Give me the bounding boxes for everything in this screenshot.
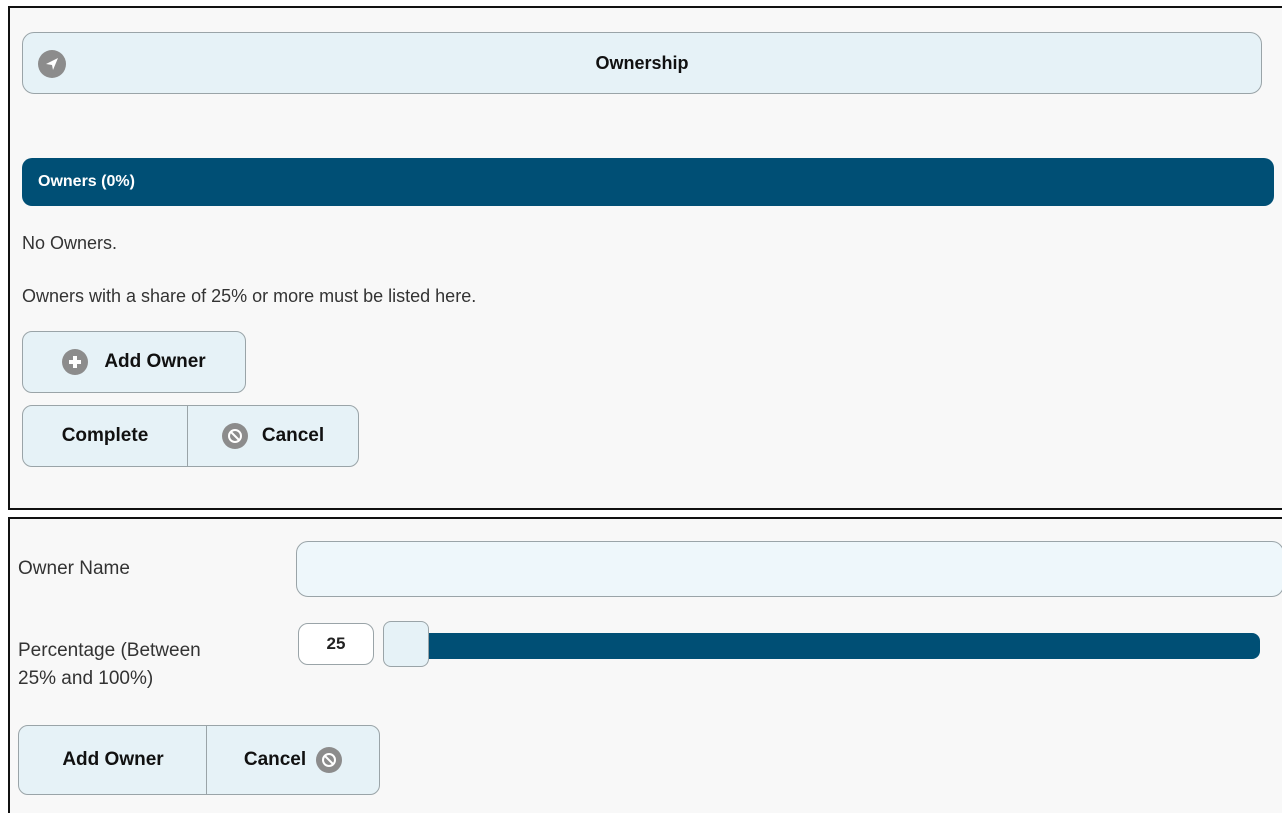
owners-section-header: Owners (0%) bbox=[22, 158, 1274, 206]
add-owner-form: Owner Name Percentage (Between 25% and 1… bbox=[8, 517, 1282, 813]
ownership-panel: Ownership Owners (0%) No Owners. Owners … bbox=[8, 6, 1282, 510]
percentage-label: Percentage (Between 25% and 100%) bbox=[18, 637, 201, 693]
complete-label: Complete bbox=[61, 425, 149, 446]
percentage-slider-thumb[interactable] bbox=[383, 621, 429, 667]
complete-button[interactable]: Complete bbox=[22, 405, 188, 467]
form-cancel-label: Cancel bbox=[243, 749, 307, 770]
page-title: Ownership bbox=[595, 52, 689, 73]
navigation-arrow-icon bbox=[38, 50, 66, 78]
owner-name-input[interactable] bbox=[296, 541, 1282, 597]
percentage-label-line2: 25% and 100%) bbox=[18, 668, 154, 689]
owner-name-label: Owner Name bbox=[18, 558, 130, 579]
plus-icon bbox=[62, 349, 89, 375]
cancel-label: Cancel bbox=[261, 425, 325, 446]
cancel-icon bbox=[316, 747, 343, 773]
add-owner-label: Add Owner bbox=[104, 351, 206, 372]
form-cancel-button[interactable]: Cancel bbox=[206, 725, 380, 795]
add-owner-submit-label: Add Owner bbox=[62, 749, 164, 770]
cancel-button[interactable]: Cancel bbox=[187, 405, 359, 467]
add-owner-submit-button[interactable]: Add Owner bbox=[18, 725, 208, 795]
empty-owners-message: No Owners. bbox=[22, 233, 118, 253]
ownership-header[interactable]: Ownership bbox=[22, 32, 1262, 94]
cancel-icon bbox=[221, 423, 248, 449]
percentage-label-line1: Percentage (Between bbox=[18, 640, 201, 661]
owners-note: Owners with a share of 25% or more must … bbox=[22, 286, 477, 306]
percentage-input[interactable]: 25 bbox=[298, 623, 374, 665]
percentage-slider-track[interactable] bbox=[402, 633, 1260, 659]
add-owner-button[interactable]: Add Owner bbox=[22, 331, 246, 393]
